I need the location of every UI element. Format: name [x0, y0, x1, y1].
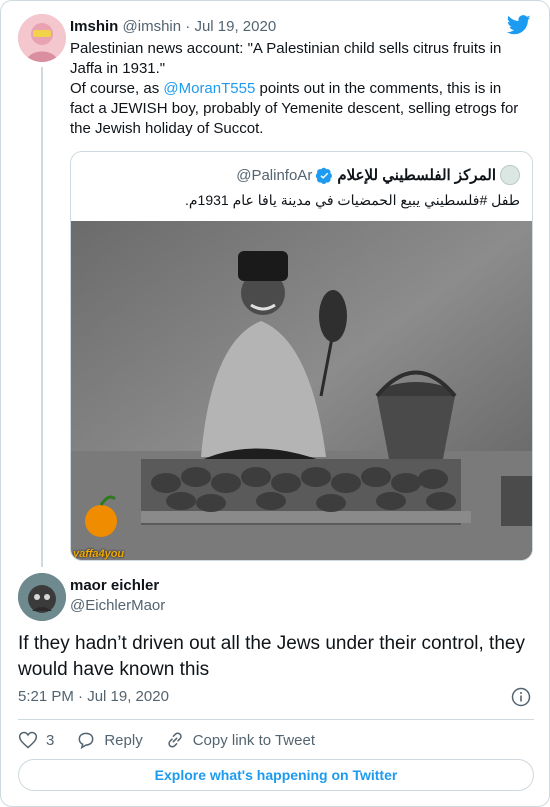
tweet-photo[interactable]: yaffa4you [71, 221, 532, 560]
tweet-text-line: Of course, as @MoranT555 points out in t… [70, 79, 520, 139]
photo-watermark: yaffa4you [73, 548, 125, 560]
reply-button[interactable]: Reply [76, 730, 143, 750]
reply-icon [78, 732, 94, 750]
quoted-tweet[interactable]: @PalinfoAr المركز الفلسطيني للإعلام طفل … [70, 151, 533, 561]
photo-image [71, 221, 532, 560]
separator: · [185, 18, 191, 35]
action-bar: 3 Reply Copy link to Tweet [18, 729, 337, 751]
reply-label: Reply [104, 731, 143, 749]
parent-tweet-text: Palestinian news account: "A Palestinian… [70, 39, 520, 139]
like-count: 3 [46, 731, 55, 749]
tweet-embed-card: Imshin @imshin · Jul 19, 2020 Palestinia… [0, 0, 550, 807]
like-button[interactable]: 3 [18, 730, 54, 750]
quoted-tweet-header: @PalinfoAr المركز الفلسطيني للإعلام [236, 164, 520, 186]
avatar-image [18, 573, 66, 621]
avatar-image [18, 14, 66, 62]
tweet-timestamp[interactable]: 5:21 PM · Jul 19, 2020 [18, 687, 169, 707]
reply-tweet-text: If they hadn’t driven out all the Jews u… [18, 633, 525, 680]
avatar [500, 165, 520, 185]
mention-link[interactable]: @MoranT555 [163, 80, 255, 97]
parent-tweet-header: Imshin @imshin · Jul 19, 2020 [70, 17, 276, 37]
copy-link-button[interactable]: Copy link to Tweet [165, 730, 315, 750]
avatar[interactable] [18, 573, 66, 621]
author-handle[interactable]: @imshin [123, 18, 182, 35]
author-name[interactable]: Imshin [70, 18, 118, 35]
twitter-bird-icon[interactable] [507, 15, 531, 35]
info-icon[interactable] [511, 687, 531, 707]
quoted-author-name: المركز الفلسطيني للإعلام [337, 167, 496, 184]
avatar[interactable] [18, 14, 66, 62]
quoted-author-handle: @PalinfoAr [236, 166, 313, 184]
author-name[interactable]: maor eichler [70, 576, 159, 596]
tweet-date[interactable]: Jul 19, 2020 [194, 18, 276, 35]
explore-twitter-button[interactable]: Explore what's happening on Twitter [18, 759, 534, 791]
tweet-text-line: Palestinian news account: "A Palestinian… [70, 40, 502, 77]
text-prefix: Of course, as [70, 80, 164, 97]
verified-badge-icon [316, 167, 333, 184]
author-handle[interactable]: @EichlerMaor [70, 596, 165, 616]
thread-line [41, 67, 43, 567]
heart-icon [18, 731, 38, 749]
link-icon [168, 732, 182, 748]
divider [18, 719, 534, 720]
copy-link-label: Copy link to Tweet [192, 731, 315, 749]
quoted-tweet-text: طفل #فلسطيني يبيع الحمضيات في مدينة يافا… [184, 192, 520, 208]
